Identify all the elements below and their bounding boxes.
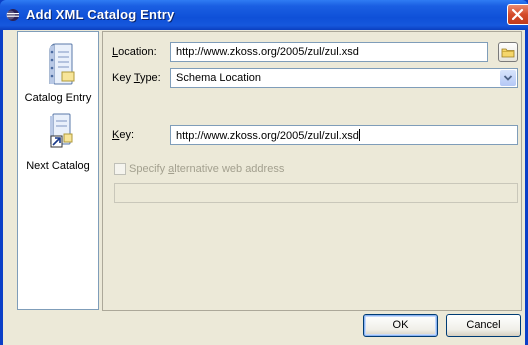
catalog-entry-icon [49, 43, 75, 85]
folder-icon [501, 48, 515, 58]
catalog-type-list: Catalog Entry Next Catalog [17, 31, 99, 310]
dialog-window: Add XML Catalog Entry Catalog Entry Next… [0, 0, 528, 345]
text-cursor [358, 129, 360, 141]
key-type-label: Key Type: [112, 72, 161, 84]
key-input[interactable]: http://www.zkoss.org/2005/zul/zul.xsd [170, 125, 518, 145]
key-type-value: Schema Location [176, 72, 261, 84]
location-input[interactable]: http://www.zkoss.org/2005/zul/zul.xsd [170, 42, 488, 62]
title-bar[interactable]: Add XML Catalog Entry [0, 0, 528, 30]
cancel-button[interactable]: Cancel [446, 314, 521, 337]
close-icon [511, 8, 524, 21]
dropdown-arrow[interactable] [500, 70, 516, 86]
next-catalog-icon [50, 113, 73, 148]
key-label: Key: [112, 129, 135, 141]
alt-address-checkbox[interactable] [114, 163, 126, 175]
eclipse-icon [6, 9, 19, 21]
nav-label-catalog-entry[interactable]: Catalog Entry [18, 92, 98, 104]
key-type-select[interactable]: Schema Location [170, 68, 518, 88]
ok-button[interactable]: OK [363, 314, 438, 337]
alt-address-input[interactable] [114, 183, 518, 203]
chevron-down-icon [503, 75, 513, 81]
nav-label-next-catalog[interactable]: Next Catalog [18, 160, 98, 172]
nav-item-next-catalog[interactable] [18, 112, 98, 159]
window-title: Add XML Catalog Entry [26, 7, 175, 22]
location-label: Location: [112, 46, 157, 58]
browse-button[interactable] [498, 42, 518, 62]
alt-address-label: Specify alternative web address [129, 163, 285, 175]
close-button[interactable] [507, 4, 528, 25]
nav-item-catalog-entry[interactable] [18, 38, 98, 93]
key-input-value: http://www.zkoss.org/2005/zul/zul.xsd [176, 130, 359, 142]
